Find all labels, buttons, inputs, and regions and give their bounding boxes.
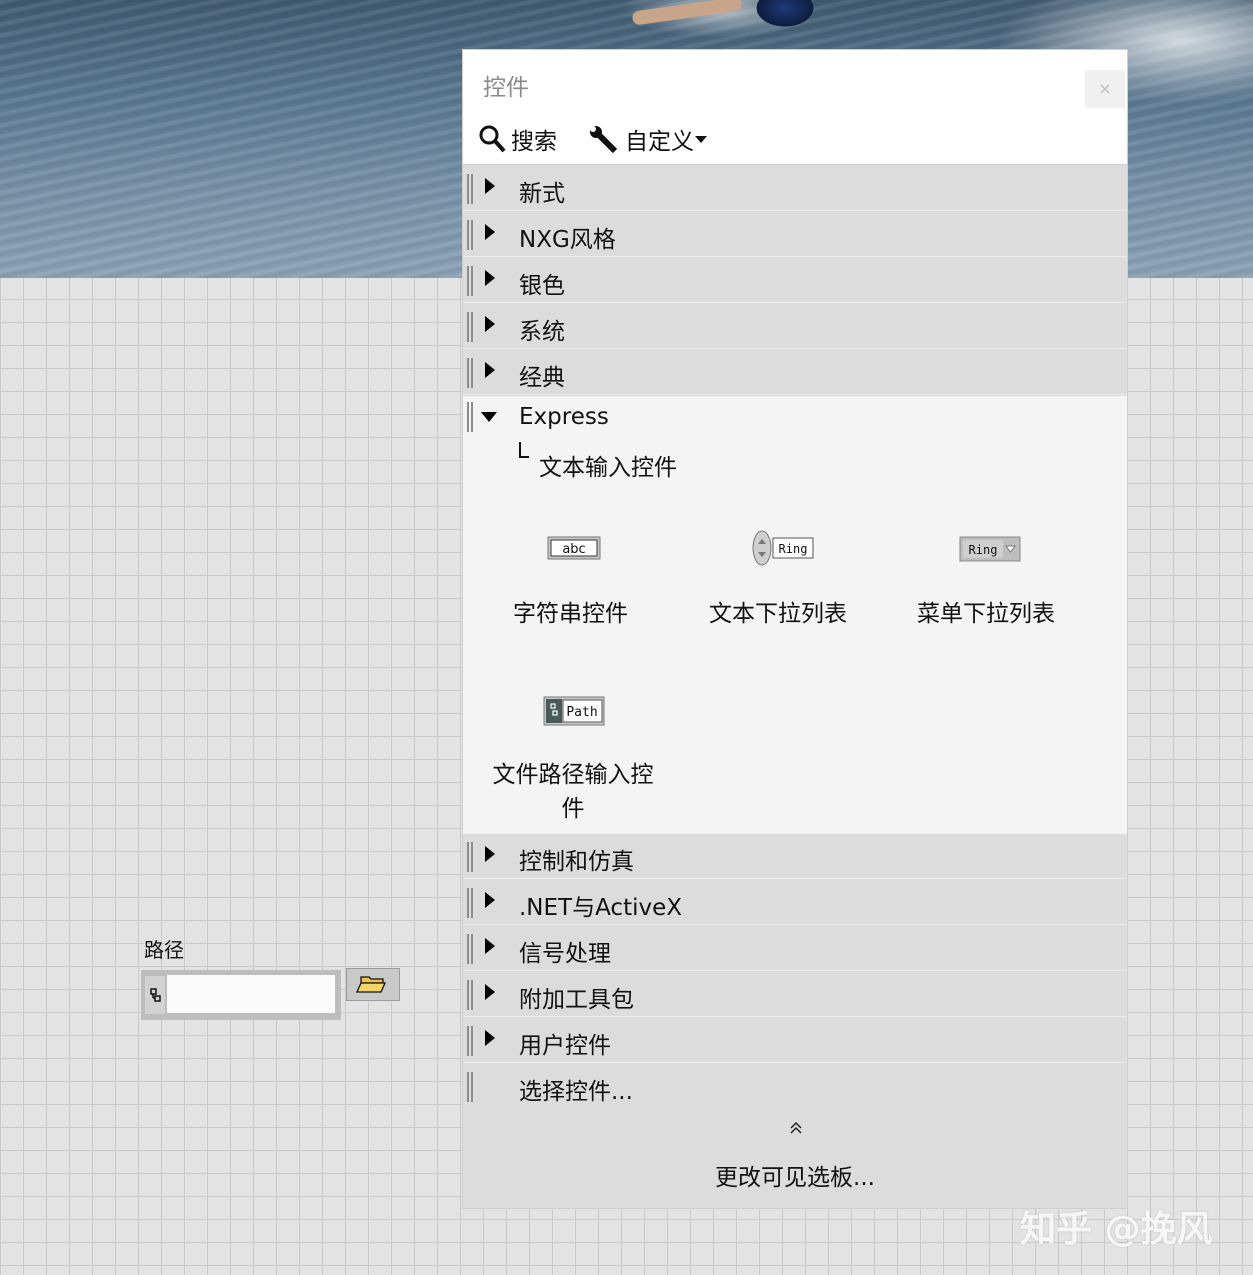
controls-palette: 控件 × 搜索 自定义 新式 NXG风格 银色 系统 经典 Express 文本…	[463, 50, 1127, 1208]
category-silver[interactable]: 银色	[463, 258, 1127, 303]
category-label[interactable]: Express	[519, 404, 609, 430]
string-control-label[interactable]: 字符串控件	[513, 594, 628, 628]
category-addons[interactable]: 附加工具包	[463, 972, 1127, 1017]
string-control-icon[interactable]: abc	[547, 536, 601, 564]
grip-icon	[467, 1026, 473, 1056]
expand-arrow-icon	[485, 178, 495, 194]
category-net-activex[interactable]: .NET与ActiveX	[463, 880, 1127, 925]
palette-title-bar[interactable]: 控件 ×	[463, 50, 1127, 114]
palette-footer: 更改可见选板...	[463, 1112, 1127, 1208]
category-label: 用户控件	[519, 1033, 611, 1059]
grip-icon	[467, 220, 473, 250]
category-label: 新式	[519, 181, 565, 207]
expand-arrow-icon	[485, 892, 495, 908]
text-ring-icon-text: Ring	[779, 542, 808, 556]
category-user-controls[interactable]: 用户控件	[463, 1018, 1127, 1063]
tree-branch-icon	[519, 442, 529, 458]
category-label: 系统	[519, 319, 565, 345]
select-control-item[interactable]: 选择控件...	[463, 1064, 1127, 1109]
expand-arrow-icon	[485, 984, 495, 1000]
category-system[interactable]: 系统	[463, 304, 1127, 349]
expand-arrow-icon	[485, 316, 495, 332]
path-type-icon	[145, 976, 165, 1014]
path-control-label: 路径	[144, 938, 184, 962]
category-label: 信号处理	[519, 941, 611, 967]
change-visible-palettes-button[interactable]: 更改可见选板...	[463, 1158, 1127, 1192]
file-path-control-icon[interactable]: Path	[543, 696, 605, 730]
close-button[interactable]: ×	[1085, 70, 1125, 108]
text-ring-icon[interactable]: Ring	[751, 528, 815, 572]
string-control-icon-text: abc	[562, 542, 585, 557]
file-path-label-line2: 件	[561, 796, 585, 822]
expand-arrow-icon	[485, 270, 495, 286]
category-modern[interactable]: 新式	[463, 166, 1127, 211]
grip-icon	[467, 174, 473, 204]
subcategory-label[interactable]: 文本输入控件	[539, 448, 677, 482]
search-button[interactable]: 搜索	[477, 122, 557, 156]
path-control[interactable]	[141, 970, 341, 1020]
watermark: 知乎 @挽风	[1020, 1209, 1213, 1250]
expand-arrow-icon	[485, 938, 495, 954]
search-icon	[479, 125, 506, 153]
grip-icon	[467, 312, 473, 342]
category-signal-processing[interactable]: 信号处理	[463, 926, 1127, 971]
category-control-simulation[interactable]: 控制和仿真	[463, 834, 1127, 879]
category-express: Express 文本输入控件 abc 字符串控件 Ring 文本下拉列表 Rin…	[463, 396, 1127, 834]
category-label: 经典	[519, 365, 565, 391]
expand-arrow-icon	[485, 1030, 495, 1046]
expand-arrow-icon	[485, 846, 495, 862]
grip-icon	[467, 934, 473, 964]
path-input[interactable]	[167, 975, 335, 1013]
grip-icon	[467, 980, 473, 1010]
grip-icon	[467, 402, 473, 432]
grip-icon	[467, 1072, 473, 1102]
customize-button[interactable]: 自定义	[587, 122, 712, 156]
category-nxg-style[interactable]: NXG风格	[463, 212, 1127, 257]
category-classic[interactable]: 经典	[463, 350, 1127, 395]
search-label: 搜索	[511, 129, 557, 155]
folder-open-icon	[355, 976, 387, 993]
file-path-control-icon-text: Path	[566, 705, 597, 720]
expand-arrow-icon	[485, 224, 495, 240]
grip-icon	[467, 842, 473, 872]
menu-ring-icon[interactable]: Ring	[959, 536, 1021, 566]
palette-title: 控件	[483, 75, 529, 101]
category-label: 银色	[519, 273, 565, 299]
browse-button[interactable]	[346, 968, 400, 1001]
select-control-label: 选择控件...	[519, 1079, 633, 1105]
category-label: .NET与ActiveX	[519, 895, 682, 921]
file-path-control-label[interactable]: 文件路径输入控 件	[487, 758, 659, 826]
dropdown-arrow-icon	[695, 136, 707, 143]
grip-icon	[467, 358, 473, 388]
category-label: NXG风格	[519, 227, 616, 253]
category-label: 控制和仿真	[519, 849, 634, 875]
double-chevron-up-icon[interactable]	[789, 1120, 803, 1139]
collapse-arrow-icon[interactable]	[481, 412, 497, 422]
grip-icon	[467, 266, 473, 296]
category-label: 附加工具包	[519, 987, 634, 1013]
wrench-icon	[590, 126, 618, 154]
menu-ring-icon-text: Ring	[969, 543, 998, 557]
palette-toolbar: 搜索 自定义	[463, 114, 1127, 165]
customize-label: 自定义	[625, 129, 694, 155]
grip-icon	[467, 888, 473, 918]
text-ring-label[interactable]: 文本下拉列表	[709, 594, 847, 628]
expand-arrow-icon	[485, 362, 495, 378]
file-path-label-line1: 文件路径输入控	[492, 762, 654, 788]
surfer-figure	[740, 0, 830, 48]
menu-ring-label[interactable]: 菜单下拉列表	[917, 594, 1055, 628]
